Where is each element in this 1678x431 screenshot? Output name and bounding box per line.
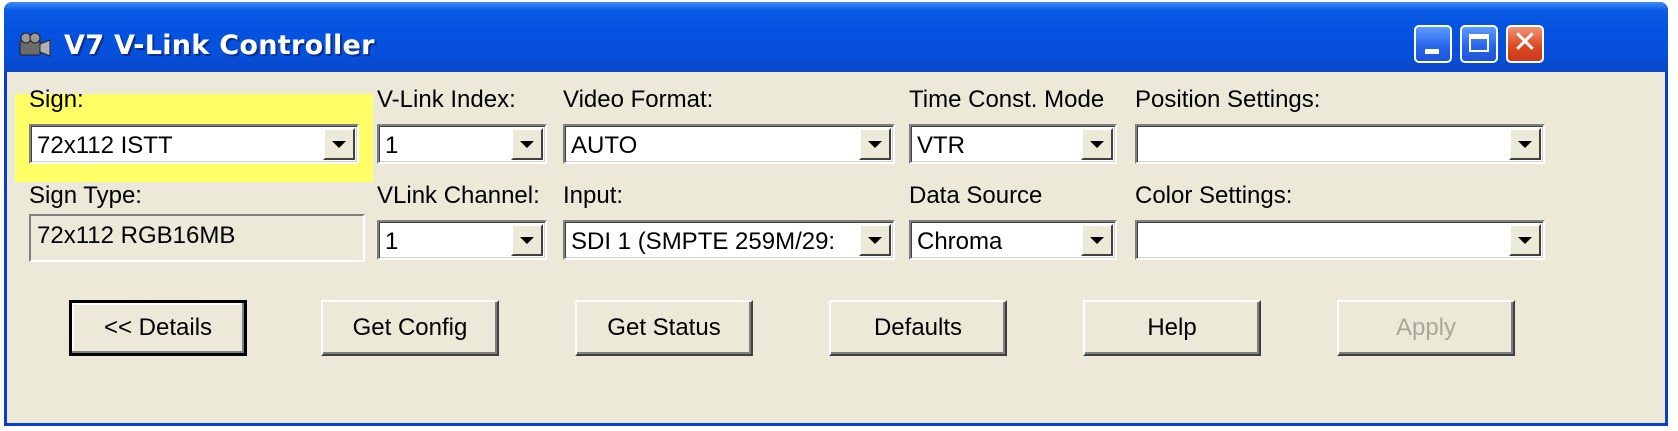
help-button[interactable]: Help bbox=[1083, 300, 1261, 356]
minimize-button[interactable] bbox=[1414, 25, 1452, 63]
vlink-index-dropdown[interactable]: 1 bbox=[377, 124, 547, 164]
color-settings-label: Color Settings: bbox=[1135, 182, 1293, 209]
chevron-down-icon[interactable] bbox=[1081, 128, 1113, 160]
video-format-value: AUTO bbox=[571, 132, 638, 159]
defaults-button[interactable]: Defaults bbox=[829, 300, 1007, 356]
maximize-icon bbox=[1469, 34, 1489, 52]
color-settings-dropdown[interactable] bbox=[1135, 220, 1545, 260]
time-const-mode-dropdown[interactable]: VTR bbox=[909, 124, 1117, 164]
vlink-index-value: 1 bbox=[385, 132, 399, 159]
video-format-label: Video Format: bbox=[563, 86, 714, 113]
vlink-channel-value: 1 bbox=[385, 228, 399, 255]
minimize-icon bbox=[1425, 49, 1439, 54]
data-source-label: Data Source bbox=[909, 182, 1043, 209]
time-const-mode-label: Time Const. Mode bbox=[909, 86, 1105, 113]
chevron-down-icon[interactable] bbox=[1509, 128, 1541, 160]
input-value: SDI 1 (SMPTE 259M/29: bbox=[571, 228, 836, 255]
position-settings-label: Position Settings: bbox=[1135, 86, 1321, 113]
sign-label: Sign: bbox=[29, 86, 84, 113]
video-format-dropdown[interactable]: AUTO bbox=[563, 124, 895, 164]
chevron-down-icon[interactable] bbox=[511, 224, 543, 256]
sign-type-label: Sign Type: bbox=[29, 182, 142, 209]
get-status-button[interactable]: Get Status bbox=[575, 300, 753, 356]
data-source-dropdown[interactable]: Chroma bbox=[909, 220, 1117, 260]
sign-value: 72x112 ISTT bbox=[37, 132, 173, 159]
chevron-down-icon[interactable] bbox=[323, 128, 355, 160]
vlink-controller-window: V7 V-Link Controller ✕ Sign: 72x112 ISTT… bbox=[4, 2, 1668, 426]
sign-dropdown[interactable]: 72x112 ISTT bbox=[29, 124, 359, 164]
camera-app-icon bbox=[19, 32, 51, 57]
get-config-button[interactable]: Get Config bbox=[321, 300, 499, 356]
data-source-value: Chroma bbox=[917, 228, 1003, 255]
chevron-down-icon[interactable] bbox=[859, 128, 891, 160]
input-dropdown[interactable]: SDI 1 (SMPTE 259M/29: bbox=[563, 220, 895, 260]
sign-type-value: 72x112 RGB16MB bbox=[37, 222, 236, 249]
maximize-button[interactable] bbox=[1460, 25, 1498, 63]
title-bar[interactable]: V7 V-Link Controller ✕ bbox=[4, 2, 1668, 72]
vlink-channel-label: VLink Channel: bbox=[377, 182, 540, 209]
time-const-mode-value: VTR bbox=[917, 132, 965, 159]
details-button[interactable]: << Details bbox=[69, 300, 247, 356]
chevron-down-icon[interactable] bbox=[859, 224, 891, 256]
close-icon: ✕ bbox=[1512, 25, 1538, 60]
vlink-index-label: V-Link Index: bbox=[377, 86, 516, 113]
sign-type-field: 72x112 RGB16MB bbox=[29, 214, 365, 262]
apply-button: Apply bbox=[1337, 300, 1515, 356]
input-label: Input: bbox=[563, 182, 624, 209]
chevron-down-icon[interactable] bbox=[1509, 224, 1541, 256]
close-button[interactable]: ✕ bbox=[1506, 25, 1544, 63]
chevron-down-icon[interactable] bbox=[1081, 224, 1113, 256]
window-title: V7 V-Link Controller bbox=[64, 30, 375, 61]
chevron-down-icon[interactable] bbox=[511, 128, 543, 160]
position-settings-dropdown[interactable] bbox=[1135, 124, 1545, 164]
vlink-channel-dropdown[interactable]: 1 bbox=[377, 220, 547, 260]
